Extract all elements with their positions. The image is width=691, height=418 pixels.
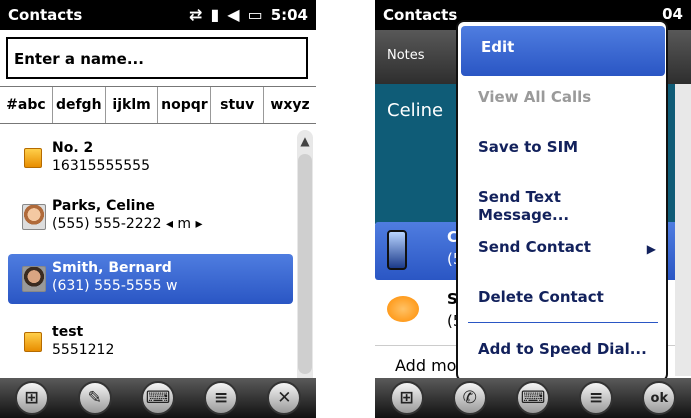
contact-name: Celine: [387, 100, 444, 121]
menu-item-save-to-sim[interactable]: Save to SIM: [458, 126, 666, 176]
menu-icon[interactable]: ≡: [579, 381, 614, 415]
group-wxyz[interactable]: wxyz: [264, 87, 316, 123]
sim-card-icon: [24, 332, 42, 352]
group-stuv[interactable]: stuv: [211, 87, 265, 123]
group-abc[interactable]: #abc: [0, 87, 53, 123]
search-input[interactable]: Enter a name...: [6, 37, 308, 79]
avatar: [22, 204, 46, 230]
start-icon[interactable]: ⊞: [389, 381, 424, 415]
scroll-thumb[interactable]: [298, 154, 312, 374]
menu-item-send-text-message[interactable]: Send Text Message...: [458, 176, 666, 226]
letter-group-bar: #abc defgh ijklm nopqr stuv wxyz: [0, 86, 316, 124]
keyboard-icon[interactable]: ⌨: [515, 381, 550, 415]
volume-icon: ◀: [227, 5, 240, 24]
list-item[interactable]: Parks, Celine (555) 555-2222 ◂ m ▸: [8, 192, 293, 242]
status-bar: Contacts ⇄ ▮ ◀ ▭ 5:04: [0, 0, 316, 30]
message-bubble-icon: [387, 296, 419, 322]
app-title: Contacts: [383, 6, 458, 24]
contact-list: No. 2 16315555555 Parks, Celine (555) 55…: [0, 126, 296, 376]
group-nopqr[interactable]: nopqr: [158, 87, 212, 123]
group-ijklm[interactable]: ijklm: [106, 87, 159, 123]
bottom-toolbar: ⊞ ✎ ⌨ ≡ ✕: [0, 378, 316, 418]
contacts-list-screen: Contacts ⇄ ▮ ◀ ▭ 5:04 Enter a name... #a…: [0, 0, 316, 418]
menu-item-delete-contact[interactable]: Delete Contact: [458, 276, 666, 326]
avatar: [22, 266, 46, 292]
list-item[interactable]: Smith, Bernard (631) 555-5555 w: [8, 254, 293, 304]
mobile-phone-icon: [387, 230, 407, 270]
ok-button[interactable]: ok: [642, 381, 677, 415]
signal-icon: ▮: [210, 5, 220, 24]
keyboard-icon[interactable]: ⌨: [140, 381, 175, 415]
close-icon[interactable]: ✕: [267, 381, 302, 415]
tab-notes[interactable]: Notes: [387, 48, 425, 63]
menu-item-send-contact[interactable]: Send Contact ▶: [458, 226, 666, 276]
scrollbar[interactable]: [675, 84, 691, 376]
start-icon[interactable]: ⊞: [14, 381, 49, 415]
menu-icon[interactable]: ≡: [204, 381, 239, 415]
menu-item-edit[interactable]: Edit: [461, 26, 665, 76]
menu-separator: [468, 322, 658, 323]
app-title: Contacts: [8, 6, 83, 24]
chevron-up-icon[interactable]: ▲: [297, 134, 313, 150]
scrollbar[interactable]: ▲ ▼: [297, 130, 313, 402]
menu-item-add-to-speed-dial[interactable]: Add to Speed Dial...: [458, 328, 666, 378]
menu-item-view-all-calls: View All Calls: [478, 88, 592, 106]
clock: 04: [662, 5, 683, 23]
sim-card-icon: [24, 148, 42, 168]
contact-detail-screen: Contacts 04 Notes Celine C (5 S (5 Add m…: [375, 0, 691, 418]
phone-icon[interactable]: ✆: [452, 381, 487, 415]
new-contact-icon[interactable]: ✎: [77, 381, 112, 415]
list-item[interactable]: No. 2 16315555555: [8, 134, 293, 184]
list-item[interactable]: test 5551212: [8, 318, 293, 368]
clock: 5:04: [270, 5, 308, 24]
submenu-arrow-icon: ▶: [646, 242, 656, 256]
sync-icon: ⇄: [189, 5, 203, 24]
group-defgh[interactable]: defgh: [53, 87, 106, 123]
context-menu: Edit View All Calls Save to SIM Send Tex…: [456, 20, 668, 382]
battery-icon: ▭: [247, 5, 263, 24]
bottom-toolbar: ⊞ ✆ ⌨ ≡ ok: [375, 378, 691, 418]
